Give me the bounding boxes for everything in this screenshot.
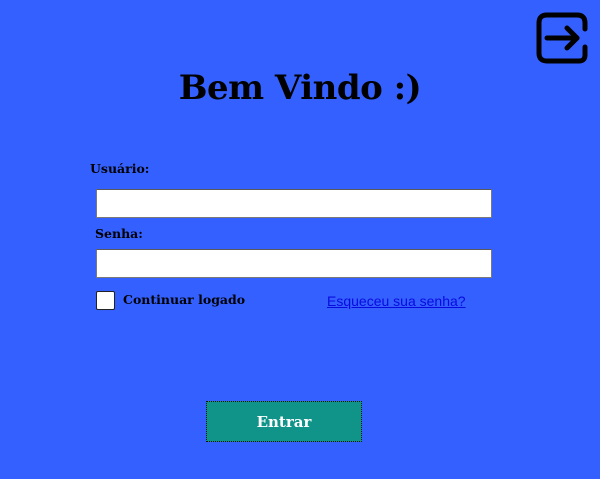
username-label: Usuário: (90, 161, 150, 176)
remember-checkbox[interactable] (96, 291, 115, 310)
password-input[interactable] (96, 249, 492, 278)
exit-button[interactable] (535, 11, 589, 65)
page-title: Bem Vindo :) (178, 68, 422, 108)
username-input[interactable] (96, 189, 492, 218)
exit-icon (536, 12, 588, 64)
password-label: Senha: (95, 226, 143, 241)
forgot-password-link[interactable]: Esqueceu sua senha? (327, 292, 466, 310)
login-button[interactable]: Entrar (206, 401, 362, 442)
remember-label[interactable]: Continuar logado (123, 292, 245, 308)
